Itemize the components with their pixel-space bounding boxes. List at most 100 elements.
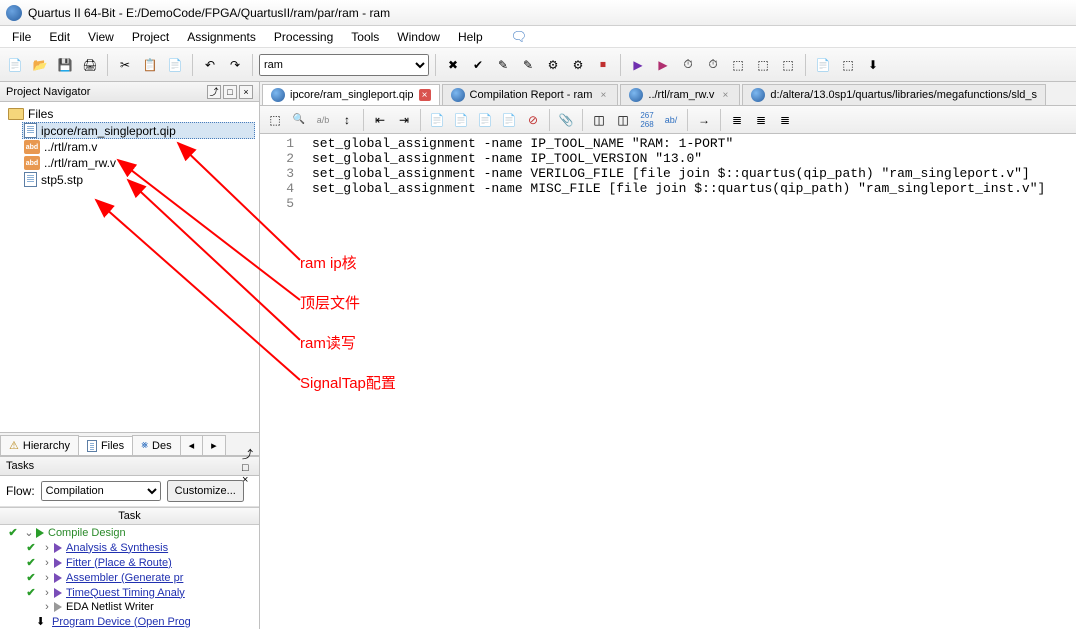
undo-button[interactable]: ↶ [199,54,221,76]
task-eda-netlist[interactable]: › EDA Netlist Writer [0,600,259,614]
code-content[interactable]: set_global_assignment -name IP_TOOL_NAME… [306,134,1051,629]
menu-assignments[interactable]: Assignments [179,28,264,46]
ed-btn[interactable]: 📎 [555,109,577,131]
menu-edit[interactable]: Edit [41,28,78,46]
ed-indent-button[interactable]: ⇤ [369,109,391,131]
tool-wand-button[interactable]: ✎ [492,54,514,76]
flow-select[interactable]: Compilation [41,481,161,501]
editor-tab-compilation-report[interactable]: Compilation Report - ram × [442,84,619,105]
menu-window[interactable]: Window [389,28,448,46]
tab-files[interactable]: Files [78,436,133,455]
editor-tab-sld[interactable]: d:/altera/13.0sp1/quartus/libraries/mega… [742,84,1046,105]
ed-btn[interactable]: ≣ [774,109,796,131]
open-file-button[interactable]: 📂 [29,54,51,76]
expand-icon[interactable]: › [40,557,54,569]
ed-btn[interactable]: 📄 [450,109,472,131]
pin-icon[interactable]: ⤴ [242,446,253,462]
menu-view[interactable]: View [80,28,122,46]
tab-overflow-right[interactable]: ▸ [202,435,226,455]
menu-help[interactable]: Help [450,28,491,46]
play2-button[interactable]: ▶ [652,54,674,76]
ed-btn[interactable]: a/b [312,109,334,131]
task-assembler[interactable]: ✔ › Assembler (Generate pr [0,570,259,585]
task-fitter[interactable]: ✔ › Fitter (Place & Route) [0,555,259,570]
ed-btn[interactable]: → [693,109,715,131]
file-label: stp5.stp [41,173,83,187]
copy-button[interactable]: 📋 [139,54,161,76]
new-file-button[interactable]: 📄 [4,54,26,76]
ed-btn[interactable]: ⊘ [522,109,544,131]
customize-button[interactable]: Customize... [167,480,244,502]
ed-find-button[interactable]: 🔍 [288,109,310,131]
close-tab-icon[interactable]: × [719,89,731,101]
main-toolbar: 📄 📂 💾 🖨 ✂ 📋 📄 ↶ ↷ ram ✖ ✔ ✎ ✎ ⚙ ⚙ ⏹ ▶ ▶ … [0,48,1076,82]
ed-btn[interactable]: 📄 [474,109,496,131]
menu-project[interactable]: Project [124,28,177,46]
tool-gear2-button[interactable]: ⚙ [567,54,589,76]
task-program-device[interactable]: ⬇ Program Device (Open Prog [0,614,259,629]
tab-design[interactable]: ⨳Des [132,435,180,455]
menu-tools[interactable]: Tools [343,28,387,46]
task-timequest[interactable]: ✔ › TimeQuest Timing Analy [0,585,259,600]
code-editor[interactable]: 12345 set_global_assignment -name IP_TOO… [260,134,1076,629]
close-panel-icon[interactable]: × [239,85,253,99]
ed-btn[interactable]: ◫ [612,109,634,131]
tool-wand2-button[interactable]: ✎ [517,54,539,76]
ed-btn[interactable]: ⬚ [264,109,286,131]
ed-btn[interactable]: 📄 [426,109,448,131]
ed-btn[interactable]: ◫ [588,109,610,131]
menu-processing[interactable]: Processing [266,28,341,46]
tab-overflow-left[interactable]: ◂ [180,435,204,455]
tab-hierarchy[interactable]: ⚠Hierarchy [0,435,79,455]
redo-button[interactable]: ↷ [224,54,246,76]
document-icon [24,123,37,138]
file-node-stp[interactable]: stp5.stp [22,171,255,188]
ed-outdent-button[interactable]: ⇥ [393,109,415,131]
close-tab-icon[interactable]: × [419,89,431,101]
cut-button[interactable]: ✂ [114,54,136,76]
chip-button[interactable]: ⬚ [837,54,859,76]
report-button[interactable]: 📄 [812,54,834,76]
print-button[interactable]: 🖨 [79,54,101,76]
annotation-top-file: 顶层文件 [300,292,360,313]
tool-c-button[interactable]: ⬚ [777,54,799,76]
expand-icon[interactable]: › [40,572,54,584]
top-entity-combo[interactable]: ram [259,54,429,76]
ed-btn[interactable]: ≣ [750,109,772,131]
expand-icon[interactable]: › [40,601,54,613]
pin-icon[interactable]: ⤴ [207,85,221,99]
undock-icon[interactable]: □ [223,85,237,99]
expand-icon[interactable]: ⌄ [22,526,36,539]
files-root-node[interactable]: Files [6,106,255,122]
editor-tab-ram-rw[interactable]: ../rtl/ram_rw.v × [620,84,740,105]
file-node-ram-rw-v[interactable]: abd ../rtl/ram_rw.v [22,155,255,171]
stop-button[interactable]: ⏹ [592,54,614,76]
undock-icon[interactable]: □ [242,462,253,474]
ed-btn[interactable]: 📄 [498,109,520,131]
tool-gear-button[interactable]: ⚙ [542,54,564,76]
ed-btn[interactable]: ↕ [336,109,358,131]
ed-btn[interactable]: ab/ [660,109,682,131]
tool-a-button[interactable]: ⬚ [727,54,749,76]
task-compile-design[interactable]: ✔ ⌄ Compile Design [0,525,259,540]
save-button[interactable]: 💾 [54,54,76,76]
expand-icon[interactable]: › [40,587,54,599]
ed-btn[interactable]: 267268 [636,109,658,131]
play-button[interactable]: ▶ [627,54,649,76]
ed-btn[interactable]: ≣ [726,109,748,131]
search-help-icon[interactable]: 🗨 [503,27,536,47]
clock2-button[interactable]: ⏱ [702,54,724,76]
menu-file[interactable]: File [4,28,39,46]
tool-b-button[interactable]: ⬚ [752,54,774,76]
file-node-ram-v[interactable]: abd ../rtl/ram.v [22,139,255,155]
task-analysis-synthesis[interactable]: ✔ › Analysis & Synthesis [0,540,259,555]
expand-icon[interactable]: › [40,542,54,554]
tool-check-button[interactable]: ✔ [467,54,489,76]
paste-button[interactable]: 📄 [164,54,186,76]
editor-tab-qip[interactable]: ipcore/ram_singleport.qip × [262,84,440,105]
programmer-button[interactable]: ⬇ [862,54,884,76]
clock-button[interactable]: ⏱ [677,54,699,76]
file-node-qip[interactable]: ipcore/ram_singleport.qip [22,122,255,139]
close-tab-icon[interactable]: × [597,89,609,101]
tool-x-button[interactable]: ✖ [442,54,464,76]
